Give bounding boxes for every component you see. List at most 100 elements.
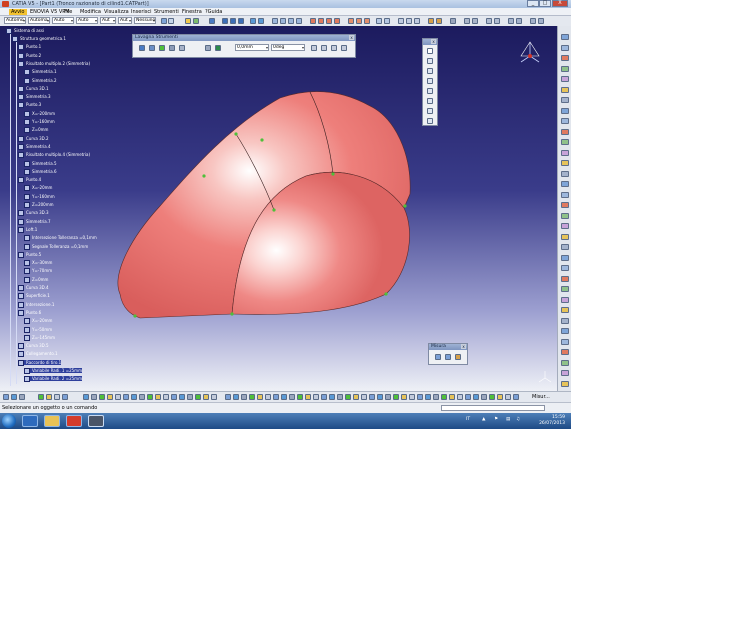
- view-tool-icon[interactable]: [273, 394, 279, 400]
- view-tool-icon[interactable]: [233, 394, 239, 400]
- undo-icon[interactable]: [250, 18, 256, 24]
- workbench-tool-icon[interactable]: [561, 86, 569, 93]
- save-icon[interactable]: [193, 18, 199, 24]
- split-icon[interactable]: [356, 18, 362, 24]
- view-tool-icon[interactable]: [187, 394, 193, 400]
- view-tool-icon[interactable]: [115, 394, 121, 400]
- grid-snap-icon[interactable]: [179, 45, 185, 51]
- start-button[interactable]: [2, 414, 16, 428]
- cut-icon[interactable]: [222, 18, 228, 24]
- language-indicator[interactable]: IT: [466, 417, 470, 422]
- workbench-tool-icon[interactable]: [561, 359, 569, 366]
- view-tool-icon[interactable]: [123, 394, 129, 400]
- workbench-tool-icon[interactable]: [561, 44, 569, 51]
- workbench-tool-icon[interactable]: [561, 223, 569, 229]
- redo-icon[interactable]: [258, 18, 264, 24]
- view-tool-icon[interactable]: [289, 394, 295, 400]
- measure-icon[interactable]: [538, 18, 544, 24]
- menu-avvio[interactable]: Avvio: [9, 9, 27, 15]
- workbench-tool-icon[interactable]: [561, 296, 569, 303]
- boundary-icon[interactable]: [376, 18, 382, 24]
- control-point[interactable]: [384, 292, 388, 296]
- analysis-icon[interactable]: [428, 18, 434, 24]
- workbench-tool-icon[interactable]: [561, 244, 569, 250]
- measure-item-icon[interactable]: [445, 354, 451, 360]
- combo-linetype[interactable]: Auto: [52, 17, 74, 24]
- view-tool-icon[interactable]: [265, 394, 271, 400]
- menu-visualizza[interactable]: Visualizza: [104, 9, 129, 15]
- part-geometry[interactable]: [0, 26, 557, 391]
- measure-toolbar-header[interactable]: Misura x: [429, 344, 467, 350]
- network-icon[interactable]: ▤: [506, 417, 510, 422]
- view-tool-icon[interactable]: [297, 394, 303, 400]
- combo-point-symbol[interactable]: Aut: [100, 17, 116, 24]
- circle-tool-icon[interactable]: [427, 98, 433, 104]
- view-tool-icon[interactable]: [329, 394, 335, 400]
- workbench-tool-icon[interactable]: [561, 380, 569, 387]
- measure-toolbar[interactable]: Misura x: [428, 343, 468, 365]
- join-icon[interactable]: [348, 18, 354, 24]
- view-tool-icon[interactable]: [465, 394, 471, 400]
- workbench-tool-icon[interactable]: [561, 76, 569, 82]
- catia-task-icon[interactable]: [88, 415, 104, 427]
- mirror-icon[interactable]: [311, 45, 317, 51]
- media-player-icon[interactable]: [66, 415, 82, 427]
- combo-layer-style[interactable]: Aut: [118, 17, 132, 24]
- paste-icon[interactable]: [238, 18, 244, 24]
- view-tool-icon[interactable]: [171, 394, 177, 400]
- rotate-icon[interactable]: [406, 18, 412, 24]
- view-tool-icon[interactable]: [62, 394, 68, 400]
- view-tool-icon[interactable]: [257, 394, 263, 400]
- workbench-tool-icon[interactable]: [561, 328, 569, 334]
- print-icon[interactable]: [209, 18, 215, 24]
- view-tool-icon[interactable]: [481, 394, 487, 400]
- measure-between-icon[interactable]: [435, 354, 441, 360]
- ie-icon[interactable]: [22, 415, 38, 427]
- workbench-tool-icon[interactable]: [561, 317, 569, 324]
- view-tool-icon[interactable]: [38, 394, 44, 400]
- symmetry-icon[interactable]: [414, 18, 420, 24]
- control-point[interactable]: [133, 314, 137, 318]
- combo-color[interactable]: Automo: [4, 17, 26, 24]
- control-point[interactable]: [403, 204, 407, 208]
- explorer-icon[interactable]: [44, 415, 60, 427]
- view-tool-icon[interactable]: [345, 394, 351, 400]
- workbench-tool-icon[interactable]: [561, 275, 569, 282]
- point-tool-icon[interactable]: [427, 48, 433, 54]
- view-tool-icon[interactable]: [211, 394, 217, 400]
- revolve-icon[interactable]: [318, 18, 324, 24]
- workbench-tool-icon[interactable]: [561, 202, 569, 208]
- control-point[interactable]: [272, 208, 276, 212]
- menu-file[interactable]: File: [64, 9, 72, 15]
- sweep-icon[interactable]: [326, 18, 332, 24]
- measure-close-button[interactable]: x: [461, 344, 466, 349]
- catia-app-icon[interactable]: [2, 1, 9, 7]
- tools-icon[interactable]: [508, 18, 514, 24]
- catalog-icon[interactable]: [486, 18, 492, 24]
- point-icon[interactable]: [280, 18, 286, 24]
- wireframe-close-button[interactable]: x: [431, 39, 436, 44]
- copy-icon[interactable]: [230, 18, 236, 24]
- grid-tool-icon[interactable]: [427, 118, 433, 124]
- workbench-tool-icon[interactable]: [561, 181, 569, 187]
- workbench-tool-icon[interactable]: [561, 191, 569, 198]
- folder-icon[interactable]: [185, 18, 191, 24]
- workbench-tool-icon[interactable]: [561, 107, 569, 114]
- workbench-tool-icon[interactable]: [561, 34, 569, 40]
- view-tool-icon[interactable]: [83, 394, 89, 400]
- view-tool-icon[interactable]: [313, 394, 319, 400]
- view-tool-icon[interactable]: [54, 394, 60, 400]
- translate-icon[interactable]: [398, 18, 404, 24]
- menu-inserisci[interactable]: Inserisci: [131, 9, 152, 15]
- control-point[interactable]: [260, 138, 264, 142]
- system-clock[interactable]: 15:59 26/07/2013: [539, 415, 565, 427]
- view-tool-icon[interactable]: [377, 394, 383, 400]
- wireframe-toolbar-header[interactable]: x: [423, 39, 437, 45]
- polyline-tool-icon[interactable]: [427, 78, 433, 84]
- measure-label[interactable]: Misur...: [532, 394, 550, 400]
- view-tool-icon[interactable]: [449, 394, 455, 400]
- view-tool-icon[interactable]: [147, 394, 153, 400]
- apply-material-icon[interactable]: [494, 18, 500, 24]
- view-tool-icon[interactable]: [393, 394, 399, 400]
- menu-guida[interactable]: ?Guida: [205, 9, 222, 15]
